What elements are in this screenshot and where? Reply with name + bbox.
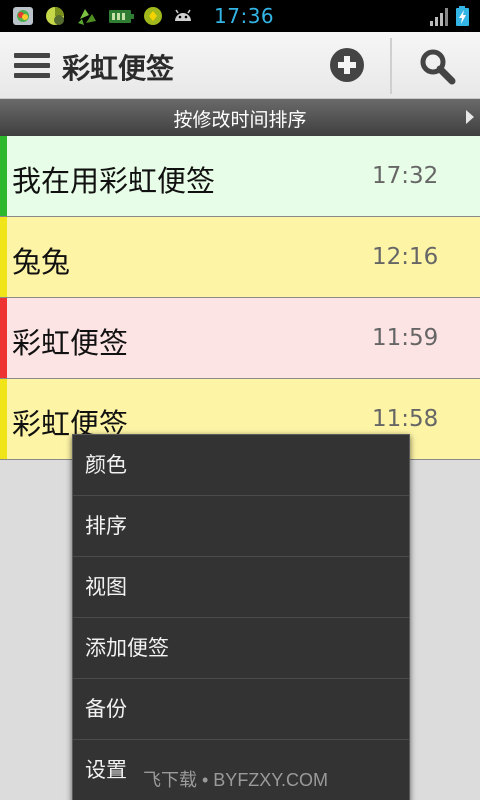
battery-widget-icon xyxy=(109,10,134,23)
note-item[interactable]: 我在用彩虹便签 17:32 xyxy=(0,136,480,217)
note-color-stripe xyxy=(0,298,7,378)
photo-app-icon xyxy=(13,7,33,25)
status-time: 17:36 xyxy=(214,4,275,28)
note-title: 兔兔 xyxy=(12,245,71,279)
menu-item-sort[interactable]: 排序 xyxy=(73,496,409,557)
note-item[interactable]: 兔兔 12:16 xyxy=(0,217,480,298)
note-color-stripe xyxy=(0,136,7,216)
search-icon[interactable] xyxy=(417,46,457,86)
recycle-icon xyxy=(78,9,96,25)
action-bar-divider xyxy=(390,38,392,94)
note-time: 17:32 xyxy=(372,163,439,189)
screen: 17:36 彩虹便签 按修改时间排序 我在用彩虹便签 17:32 兔兔 12:1… xyxy=(0,0,480,800)
note-color-stripe xyxy=(0,379,7,459)
note-time: 12:16 xyxy=(372,244,439,270)
sort-label: 按修改时间排序 xyxy=(173,109,307,131)
note-time: 11:58 xyxy=(372,406,439,432)
android-icon xyxy=(175,9,191,21)
note-item[interactable]: 彩虹便签 11:59 xyxy=(0,298,480,379)
menu-item-add-note[interactable]: 添加便签 xyxy=(73,618,409,679)
menu-item-color[interactable]: 颜色 xyxy=(73,435,409,496)
options-menu: 颜色 排序 视图 添加便签 备份 设置 xyxy=(72,434,410,800)
note-title: 我在用彩虹便签 xyxy=(12,164,216,198)
add-note-button[interactable] xyxy=(330,48,364,82)
note-color-stripe xyxy=(0,217,7,297)
signal-icon xyxy=(430,8,448,26)
status-bar: 17:36 xyxy=(0,0,480,32)
battery-charging-icon xyxy=(456,6,469,26)
menu-item-view[interactable]: 视图 xyxy=(73,557,409,618)
menu-icon[interactable] xyxy=(14,53,50,79)
watermark: 飞下载 • BYFZXY.COM xyxy=(143,770,328,790)
pie-chart-icon xyxy=(46,7,64,25)
app-title: 彩虹便签 xyxy=(62,52,175,85)
sort-bar[interactable]: 按修改时间排序 xyxy=(0,99,480,136)
action-bar: 彩虹便签 xyxy=(0,32,480,99)
note-list: 我在用彩虹便签 17:32 兔兔 12:16 彩虹便签 11:59 彩虹便签 1… xyxy=(0,136,480,460)
note-title: 彩虹便签 xyxy=(12,326,129,360)
menu-item-backup[interactable]: 备份 xyxy=(73,679,409,740)
note-time: 11:59 xyxy=(372,325,439,351)
android-market-icon xyxy=(144,7,162,25)
arrow-right-icon xyxy=(466,110,474,124)
